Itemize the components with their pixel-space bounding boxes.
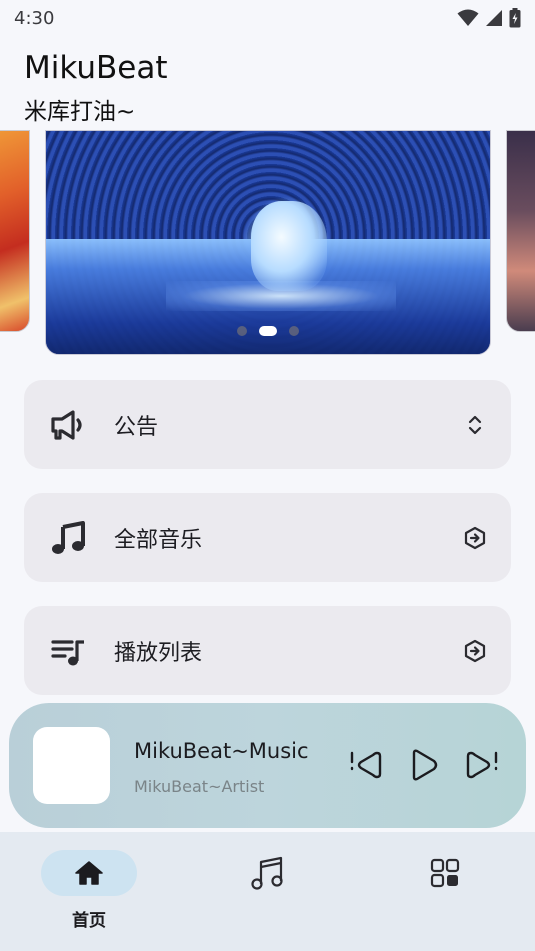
playlist-card[interactable]: 播放列表 bbox=[24, 606, 511, 695]
next-track-icon[interactable] bbox=[465, 747, 501, 783]
playlist-label: 播放列表 bbox=[114, 640, 203, 666]
song-artist: MikuBeat~Artist bbox=[134, 777, 265, 796]
nav-item-more[interactable] bbox=[397, 850, 493, 896]
nav-music-pill[interactable] bbox=[219, 850, 315, 896]
carousel-dot[interactable] bbox=[288, 326, 299, 336]
music-note-icon bbox=[52, 521, 85, 554]
carousel-dot-active[interactable] bbox=[258, 326, 277, 336]
banner-image-next[interactable] bbox=[506, 130, 535, 332]
queue-music-icon bbox=[51, 640, 84, 666]
app-subtitle: 米库打油~ bbox=[24, 99, 136, 125]
play-icon[interactable] bbox=[406, 747, 442, 783]
cell-signal-icon bbox=[486, 10, 502, 26]
battery-icon bbox=[509, 8, 521, 28]
nav-item-home[interactable]: 首页 bbox=[41, 850, 137, 931]
banner-image-current[interactable] bbox=[45, 130, 491, 355]
mini-player[interactable]: MikuBeat~Music MikuBeat~Artist bbox=[9, 703, 526, 828]
announcement-label: 公告 bbox=[114, 414, 159, 440]
banner-carousel[interactable] bbox=[0, 130, 535, 358]
song-title: MikuBeat~Music bbox=[134, 739, 309, 763]
arrow-badge-icon[interactable] bbox=[463, 526, 487, 550]
expand-collapse-icon[interactable] bbox=[463, 413, 487, 437]
arrow-badge-icon[interactable] bbox=[463, 639, 487, 663]
app-title: MikuBeat bbox=[24, 50, 168, 86]
megaphone-icon bbox=[51, 410, 82, 440]
nav-item-music[interactable] bbox=[219, 850, 315, 896]
music-icon bbox=[251, 856, 283, 890]
nav-home-label: 首页 bbox=[72, 911, 106, 931]
carousel-dot[interactable] bbox=[236, 326, 247, 336]
carousel-indicator bbox=[0, 326, 535, 336]
status-time: 4:30 bbox=[14, 7, 55, 29]
status-bar: 4:30 bbox=[0, 0, 535, 36]
banner-image-previous[interactable] bbox=[0, 130, 30, 332]
wifi-icon bbox=[457, 9, 479, 26]
nav-more-pill[interactable] bbox=[397, 850, 493, 896]
previous-track-icon[interactable] bbox=[347, 747, 383, 783]
bottom-navigation: 首页 bbox=[0, 832, 535, 951]
banner-figure bbox=[251, 201, 327, 291]
album-cover[interactable] bbox=[33, 727, 110, 804]
all-music-card[interactable]: 全部音乐 bbox=[24, 493, 511, 582]
all-music-label: 全部音乐 bbox=[114, 527, 203, 553]
nav-home-pill[interactable] bbox=[41, 850, 137, 896]
announcement-card[interactable]: 公告 bbox=[24, 380, 511, 469]
grid-icon bbox=[430, 858, 460, 888]
home-icon bbox=[75, 861, 103, 885]
status-icons bbox=[457, 8, 521, 28]
